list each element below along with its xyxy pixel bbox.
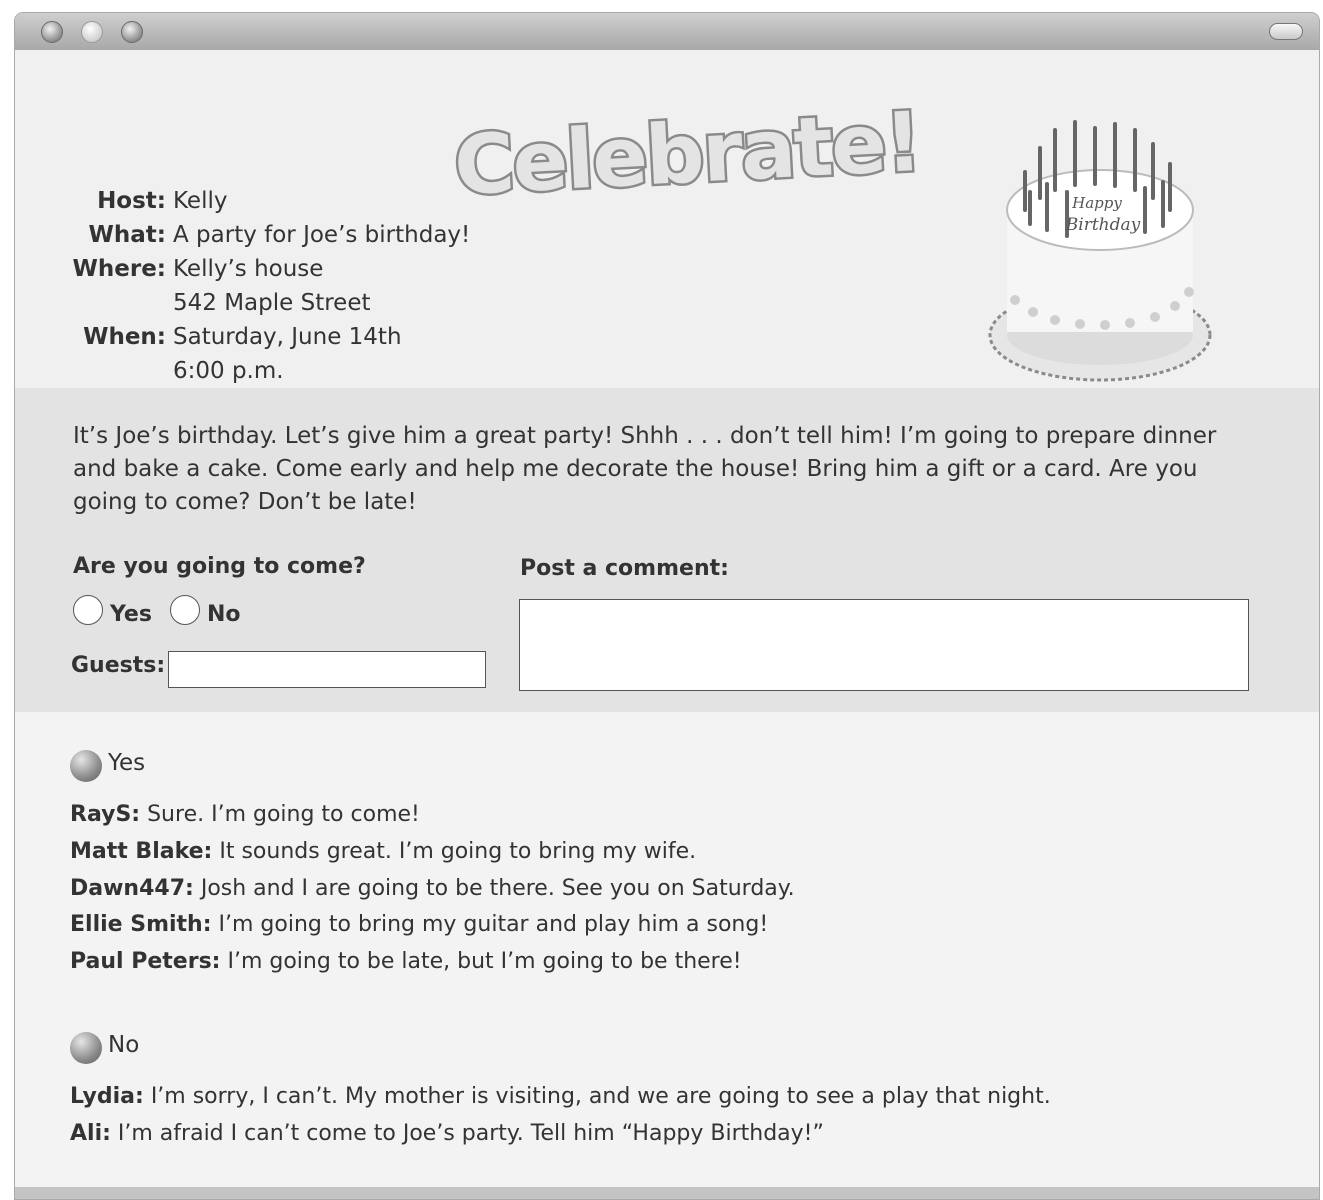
comment-text: Josh and I are going to be there. See yo… xyxy=(200,876,795,901)
comment-text: Sure. I’m going to come! xyxy=(147,802,420,827)
comment-text: I’m going to be late, but I’m going to b… xyxy=(227,949,742,974)
invitation-panel: It’s Joe’s birthday. Let’s give him a gr… xyxy=(15,388,1319,712)
minimize-button[interactable] xyxy=(81,21,103,43)
rsvp-no-radio[interactable] xyxy=(170,595,200,625)
comment-item: RayS: Sure. I’m going to come! xyxy=(70,802,420,827)
title-bar xyxy=(15,13,1319,51)
detail-label: When: xyxy=(83,324,166,350)
cake-text-line2: Birthday xyxy=(1065,215,1141,235)
no-group-title: No xyxy=(108,1032,140,1058)
comment-author: Ali: xyxy=(70,1121,111,1146)
window-bottom-edge xyxy=(15,1187,1319,1199)
guests-input[interactable] xyxy=(168,651,486,688)
comment-author: RayS: xyxy=(70,802,141,827)
comment-text: It sounds great. I’m going to bring my w… xyxy=(219,839,697,864)
comment-author: Ellie Smith: xyxy=(70,912,212,937)
comment-item: Lydia: I’m sorry, I can’t. My mother is … xyxy=(70,1084,1051,1109)
detail-label: Host: xyxy=(97,188,166,214)
guests-label: Guests: xyxy=(71,653,166,678)
comment-item: Matt Blake: It sounds great. I’m going t… xyxy=(70,839,696,864)
birthday-cake-image: Happy Birthday xyxy=(988,120,1212,382)
detail-value: Kelly xyxy=(173,188,228,214)
rsvp-no-label[interactable]: No xyxy=(207,602,241,627)
rsvp-yes-radio[interactable] xyxy=(73,595,103,625)
invitation-message: It’s Joe’s birthday. Let’s give him a gr… xyxy=(73,423,1217,515)
detail-value: A party for Joe’s birthday! xyxy=(173,222,471,248)
zoom-button[interactable] xyxy=(121,21,143,43)
comment-textarea[interactable] xyxy=(519,599,1249,691)
rsvp-yes-label[interactable]: Yes xyxy=(110,602,152,627)
comment-item: Paul Peters: I’m going to be late, but I… xyxy=(70,949,742,974)
cake-text-line1: Happy xyxy=(1071,194,1122,212)
comment-text: I’m sorry, I can’t. My mother is visitin… xyxy=(150,1084,1051,1109)
detail-label: Where: xyxy=(72,256,166,282)
celebrate-banner: Celebrate! xyxy=(449,92,925,210)
comment-item: Dawn447: Josh and I are going to be ther… xyxy=(70,876,795,901)
detail-value: 6:00 p.m. xyxy=(173,358,284,384)
rsvp-question: Are you going to come? xyxy=(73,554,366,579)
comment-author: Dawn447: xyxy=(70,876,194,901)
comment-author: Matt Blake: xyxy=(70,839,213,864)
celebrate-title: Celebrate! xyxy=(452,95,923,210)
event-header: Celebrate! Happy Birthday Host: Kelly Wh… xyxy=(15,50,1319,388)
comment-author: Paul Peters: xyxy=(70,949,221,974)
close-button[interactable] xyxy=(41,21,63,43)
comment-text: I’m going to bring my guitar and play hi… xyxy=(218,912,769,937)
detail-value: Kelly’s house xyxy=(173,256,324,282)
comment-text: I’m afraid I can’t come to Joe’s party. … xyxy=(117,1121,824,1146)
detail-label: What: xyxy=(88,222,166,248)
responses-section: Yes RayS: Sure. I’m going to come! Matt … xyxy=(15,712,1319,1199)
detail-value: 542 Maple Street xyxy=(173,290,371,316)
toolbar-toggle-button[interactable] xyxy=(1269,23,1303,40)
bullet-icon xyxy=(70,750,102,782)
browser-window: Celebrate! Happy Birthday Host: Kelly Wh… xyxy=(14,12,1320,1200)
comment-item: Ellie Smith: I’m going to bring my guita… xyxy=(70,912,768,937)
yes-group-title: Yes xyxy=(108,750,146,776)
comment-author: Lydia: xyxy=(70,1084,144,1109)
comment-label: Post a comment: xyxy=(520,556,729,581)
detail-value: Saturday, June 14th xyxy=(173,324,402,350)
bullet-icon xyxy=(70,1032,102,1064)
comment-item: Ali: I’m afraid I can’t come to Joe’s pa… xyxy=(70,1121,824,1146)
